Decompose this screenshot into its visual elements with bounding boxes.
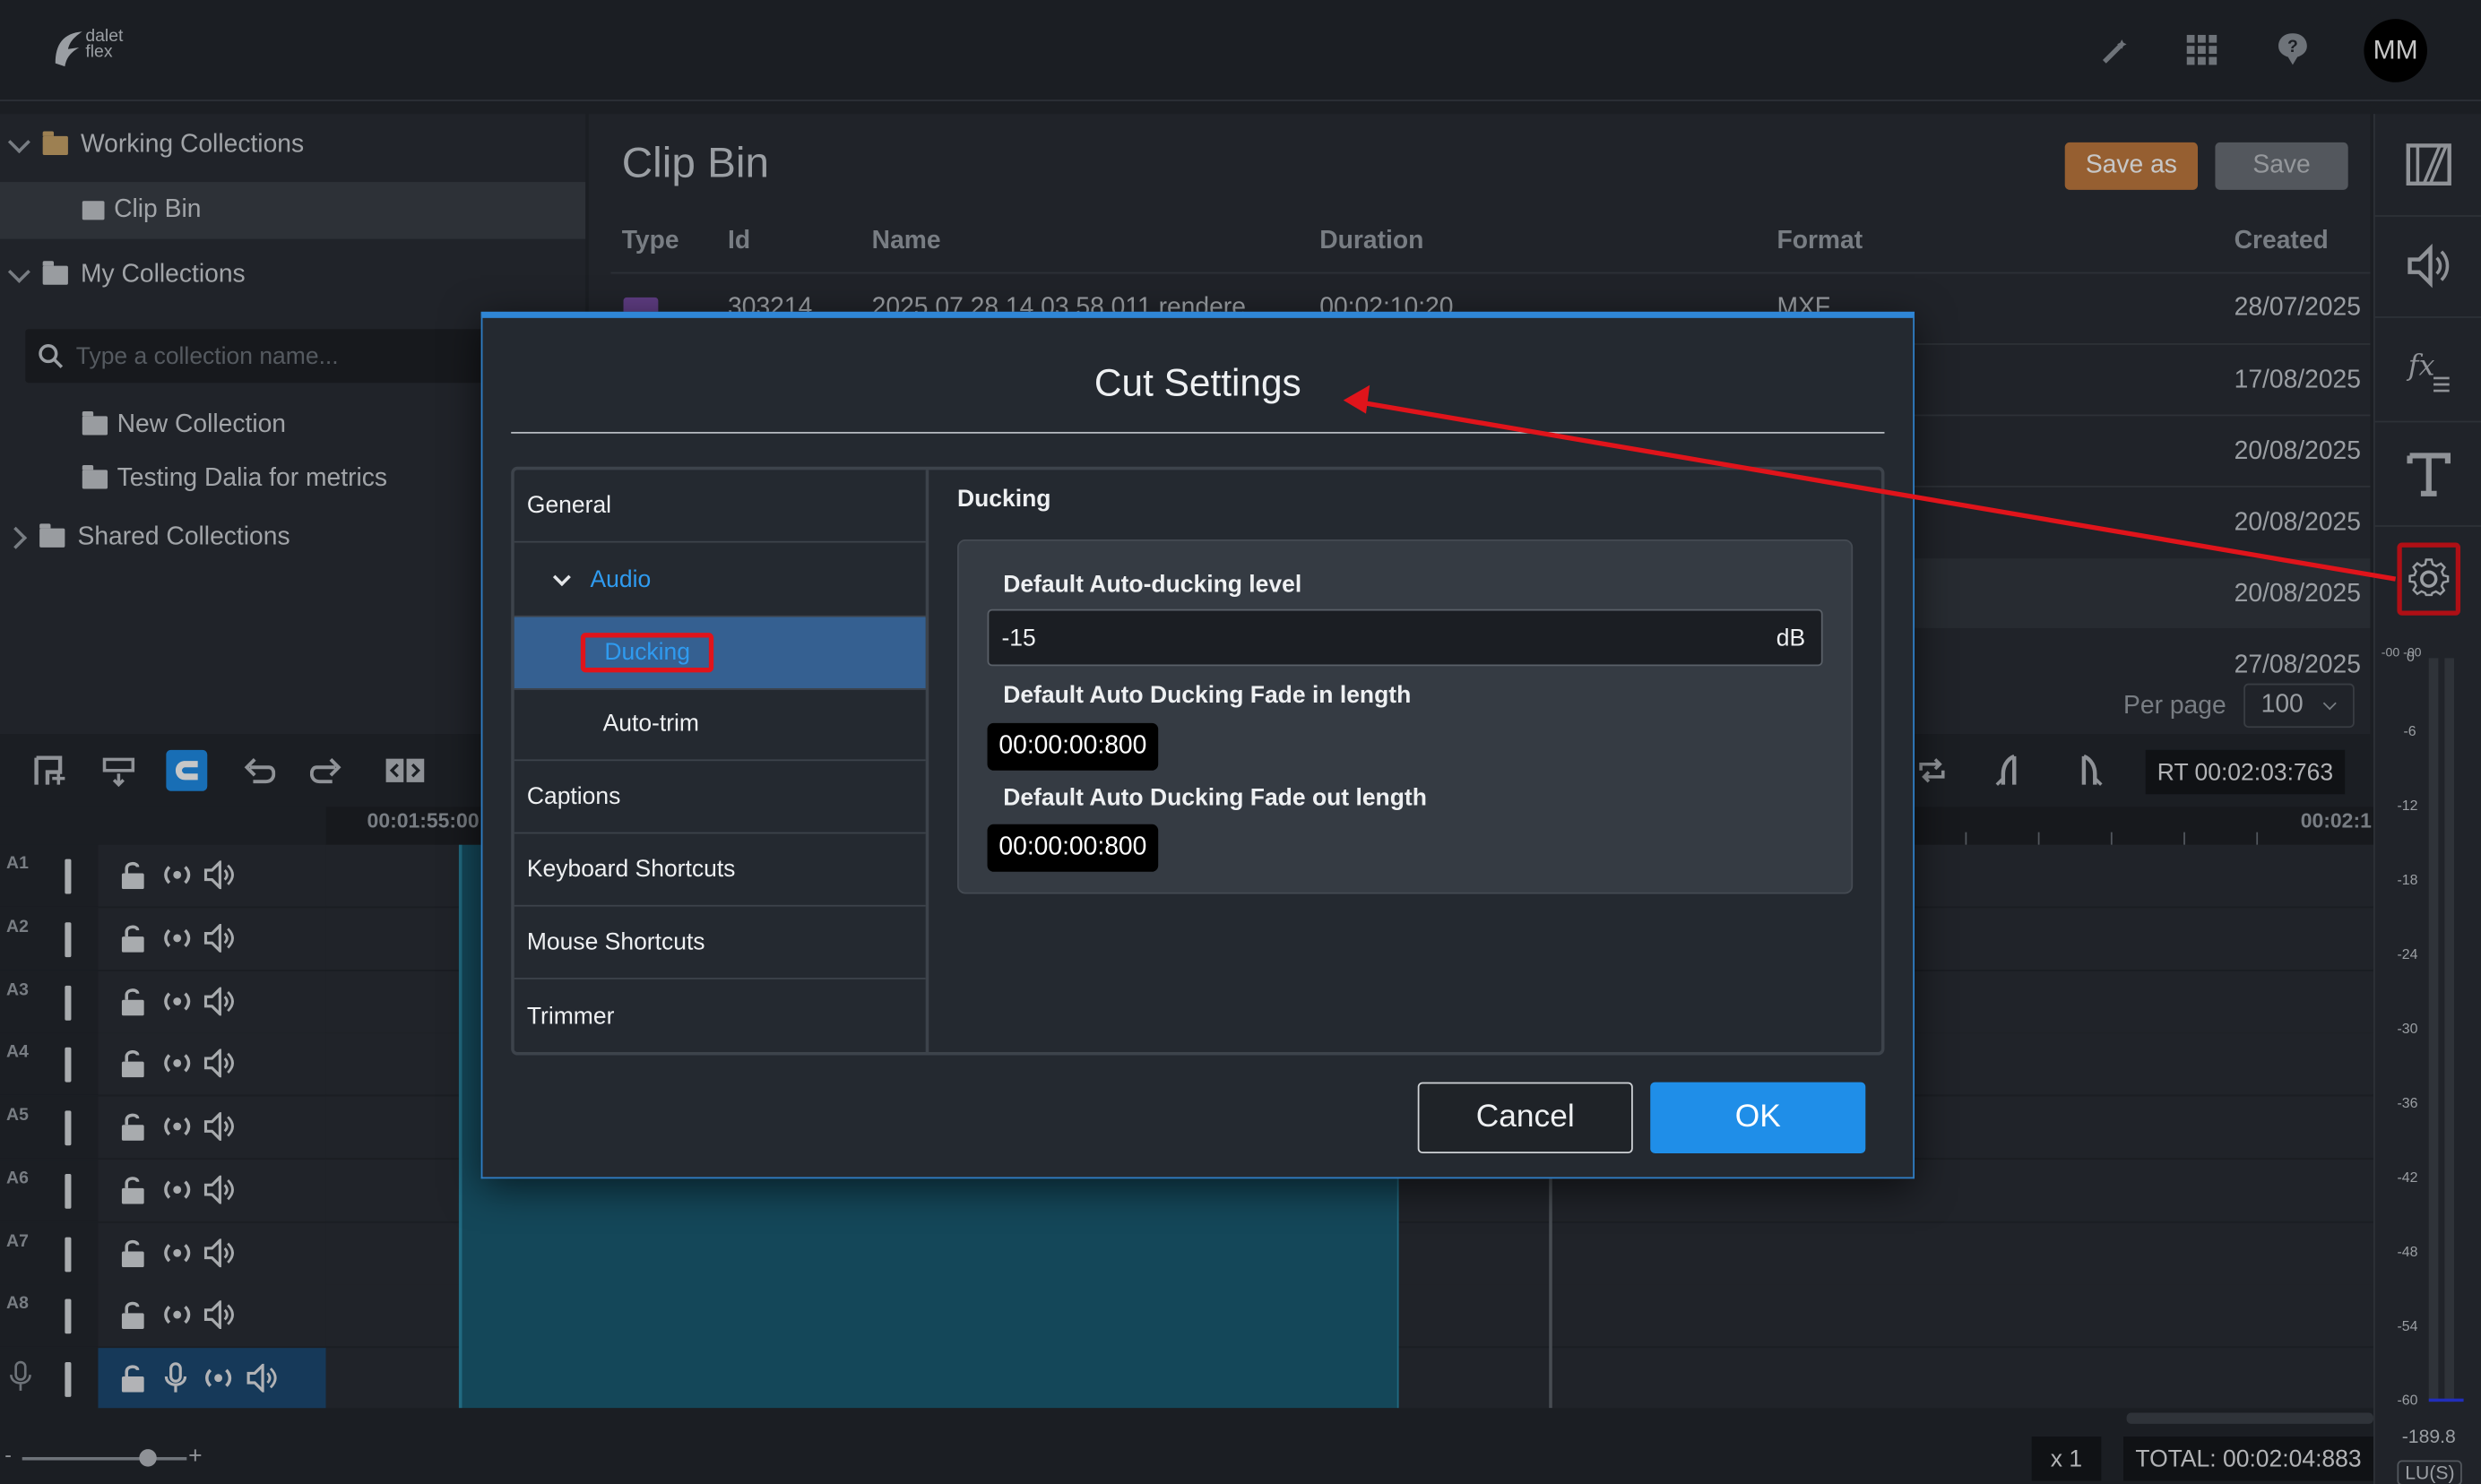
arrow-head <box>1343 384 1370 414</box>
arrow-line <box>1357 399 2397 582</box>
annotation-arrow <box>1343 384 2397 582</box>
